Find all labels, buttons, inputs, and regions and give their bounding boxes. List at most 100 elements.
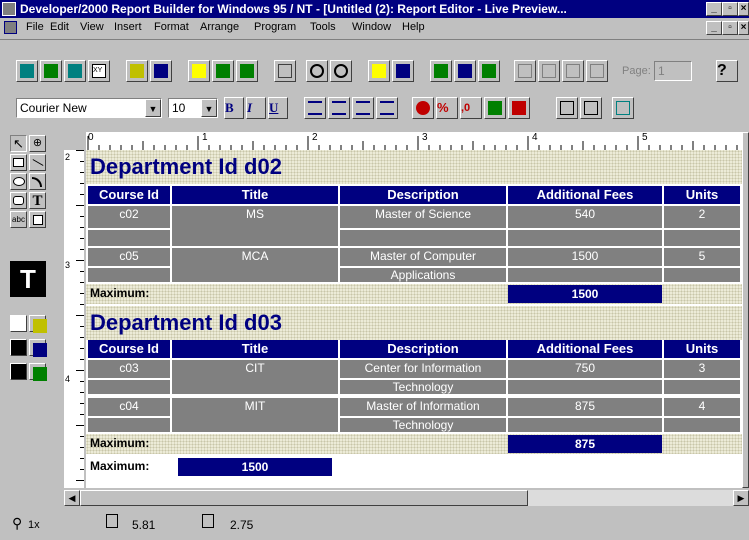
document-icon[interactable] (4, 21, 17, 34)
ellipse-tool-icon[interactable] (10, 173, 27, 190)
horizontal-position-icon (106, 514, 118, 528)
edit-icon[interactable] (430, 60, 452, 82)
cell-blank (508, 418, 662, 432)
add-decimal-icon[interactable] (484, 97, 506, 119)
field-tool-icon[interactable]: abc (10, 211, 27, 228)
zoom-out-icon[interactable] (330, 60, 352, 82)
frame-icon[interactable] (556, 97, 578, 119)
line-tool-icon[interactable] (29, 154, 46, 171)
report-preview: Department Id d02 Course Id Title Descri… (86, 150, 742, 488)
vruler-mark-2: 2 (65, 152, 71, 162)
remove-decimal-icon[interactable] (508, 97, 530, 119)
chevron-down-icon[interactable]: ▼ (145, 99, 161, 117)
scroll-right-icon[interactable]: ▶ (733, 490, 749, 506)
italic-button[interactable]: I (246, 97, 266, 119)
currency-icon[interactable] (412, 97, 434, 119)
menu-file[interactable]: File (26, 21, 44, 33)
line-color-icon[interactable] (29, 339, 47, 357)
minimize-button[interactable]: _ (706, 2, 722, 16)
maximize-button[interactable]: ▫ (722, 2, 738, 16)
zoom-in-icon[interactable] (306, 60, 328, 82)
help-button[interactable]: ? (716, 60, 738, 82)
magnify-tool-icon[interactable]: ⊕ (29, 135, 46, 152)
justify-icon[interactable] (376, 97, 398, 119)
scroll-thumb[interactable] (80, 490, 528, 506)
close-button[interactable]: × (738, 2, 749, 16)
bold-button[interactable]: B (224, 97, 244, 119)
summary-icon[interactable] (392, 60, 414, 82)
prev-page-icon[interactable] (538, 60, 560, 82)
menu-view[interactable]: View (80, 21, 104, 33)
fill-color-swatch[interactable] (10, 315, 27, 332)
page-number-input[interactable]: 1 (654, 61, 692, 81)
first-page-icon[interactable] (514, 60, 536, 82)
column-header: Description (340, 186, 506, 204)
next-page-icon[interactable] (562, 60, 584, 82)
data-model-icon[interactable] (40, 60, 62, 82)
cell-blank (508, 230, 662, 246)
line-color-swatch[interactable] (10, 339, 27, 356)
comma-icon[interactable]: ,0 (460, 97, 482, 119)
select-tool-icon[interactable]: ↖ (10, 135, 27, 152)
last-page-icon[interactable] (586, 60, 608, 82)
cell-title: MCA (172, 248, 338, 282)
grand-max-value: 1500 (178, 458, 332, 476)
menu-arrange[interactable]: Arrange (200, 21, 239, 33)
vruler-tick (80, 469, 84, 470)
page-label: Page: (622, 65, 651, 77)
text-tool-icon[interactable]: T (29, 192, 46, 209)
doc-close-button[interactable]: × (738, 21, 749, 35)
font-select[interactable]: Courier New ▼ (16, 98, 162, 118)
ruler-mark-4: 4 (532, 132, 538, 143)
menu-insert[interactable]: Insert (114, 21, 142, 33)
print-icon[interactable] (212, 60, 234, 82)
underline-button[interactable]: U (268, 97, 288, 119)
query-icon[interactable] (368, 60, 390, 82)
cell-blank (508, 268, 662, 282)
layout-icon[interactable] (64, 60, 86, 82)
chevron-down-icon[interactable]: ▼ (201, 99, 217, 117)
x-position: 5.81 (132, 518, 156, 532)
text-color-icon[interactable] (29, 363, 47, 381)
horizontal-scrollbar[interactable]: ◀ ▶ (64, 490, 749, 506)
align-right-icon[interactable] (352, 97, 374, 119)
doc-restore-button[interactable]: ▫ (722, 21, 738, 35)
mail-icon[interactable] (236, 60, 258, 82)
menu-tools[interactable]: Tools (310, 21, 336, 33)
align-left-icon[interactable] (304, 97, 326, 119)
menu-format[interactable]: Format (154, 21, 189, 33)
open-icon[interactable] (126, 60, 148, 82)
max-value: 1500 (508, 285, 662, 303)
chart-icon[interactable] (454, 60, 476, 82)
web-icon[interactable] (478, 60, 500, 82)
text-color-sample-icon: T (10, 261, 46, 297)
font-size-select[interactable]: 10 ▼ (168, 98, 218, 118)
menu-edit[interactable]: Edit (50, 21, 69, 33)
parameter-icon[interactable]: XY (88, 60, 110, 82)
text-color-swatch[interactable] (10, 363, 27, 380)
fill-color-icon[interactable] (29, 315, 47, 333)
save-icon[interactable] (150, 60, 172, 82)
cell-blank (508, 380, 662, 394)
align-center-icon[interactable] (328, 97, 350, 119)
menu-help[interactable]: Help (402, 21, 425, 33)
rounded-rect-tool-icon[interactable] (10, 192, 27, 209)
cell-blank (88, 380, 170, 394)
app-icon[interactable] (2, 2, 16, 16)
confine-icon[interactable] (612, 97, 634, 119)
report-wizard-icon[interactable] (16, 60, 38, 82)
rectangle-tool-icon[interactable] (10, 154, 27, 171)
run-icon[interactable] (188, 60, 210, 82)
column-header: Title (172, 186, 338, 204)
arc-tool-icon[interactable] (29, 173, 46, 190)
percent-icon[interactable]: % (436, 97, 458, 119)
vruler-tick (80, 271, 84, 272)
cut-icon[interactable] (274, 60, 296, 82)
doc-minimize-button[interactable]: _ (706, 21, 722, 35)
chart-tool-icon[interactable] (29, 211, 46, 228)
grid-icon[interactable] (580, 97, 602, 119)
scroll-left-icon[interactable]: ◀ (64, 490, 80, 506)
menu-program[interactable]: Program (254, 21, 296, 33)
menu-window[interactable]: Window (352, 21, 391, 33)
vertical-scrollbar[interactable] (742, 132, 749, 488)
